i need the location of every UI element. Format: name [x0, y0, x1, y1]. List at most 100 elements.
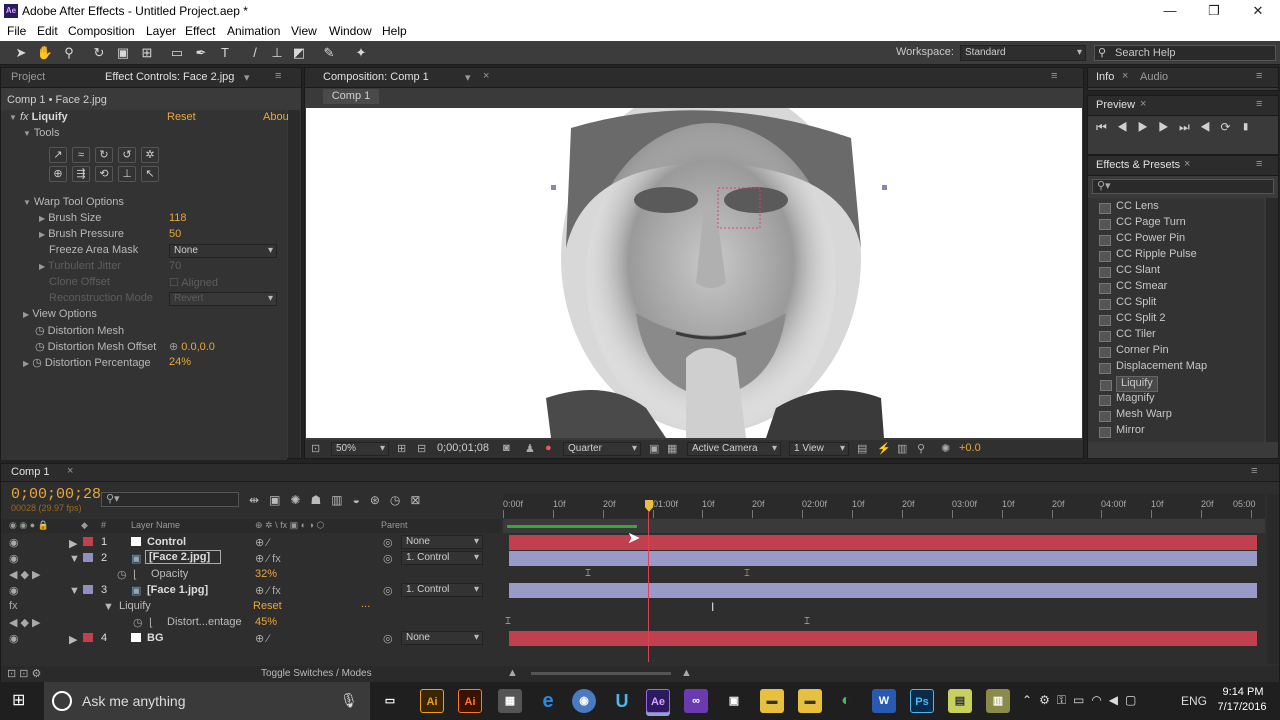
brush-size-value[interactable]: 118 [169, 212, 187, 228]
eye-icon[interactable]: ◉ [9, 552, 19, 565]
effect-options-button[interactable]: ... [361, 598, 370, 610]
keyframe-icon[interactable]: ⌶ [804, 616, 810, 627]
layer-name[interactable]: Control [147, 536, 186, 548]
stopwatch-active-icon[interactable]: ◷ [133, 616, 143, 629]
edge-icon[interactable]: e [536, 689, 560, 713]
layer-name[interactable]: [Face 2.jpg] [145, 550, 221, 564]
zoom-in-icon[interactable]: ▲ [681, 667, 692, 679]
safe-zones-icon[interactable]: ⊟ [417, 442, 426, 455]
parent-dropdown[interactable]: 1. Control [401, 583, 483, 597]
wifi-icon[interactable]: ◠ [1091, 693, 1108, 707]
first-frame-icon[interactable]: ⏮ [1096, 120, 1117, 134]
tab-composition[interactable]: Composition: Comp 1 [323, 71, 429, 83]
clock-date[interactable]: 7/17/2016 [1214, 701, 1270, 713]
comp-mini-flowchart-icon[interactable]: ⇹ [249, 493, 269, 507]
crosshair-icon[interactable]: ⊕ [169, 341, 178, 353]
collapse-triangle-icon[interactable]: ▼ [23, 198, 31, 207]
timeline-timecode[interactable]: 0;00;00;28 [11, 486, 101, 503]
live-update-icon[interactable]: ▣ [269, 493, 290, 507]
layer-duration-bar[interactable] [509, 535, 1257, 550]
parent-dropdown[interactable]: 1. Control [401, 551, 483, 565]
windows-start-icon[interactable]: ⊞ [12, 692, 30, 710]
expand-triangle-icon[interactable]: ▶ [39, 214, 45, 223]
layer-duration-bar[interactable] [509, 551, 1257, 566]
hand-tool-icon[interactable]: ✋ [36, 44, 54, 62]
keyframe-icon[interactable]: ⌶ [585, 568, 591, 579]
camera-dropdown[interactable]: Active Camera [687, 442, 781, 456]
layer-search-input[interactable]: ⚲▾ [101, 492, 239, 507]
stopwatch-icon[interactable]: ◷ [35, 325, 45, 337]
layer-switches[interactable]: ⊕ ⁄ fx [255, 584, 281, 597]
brainstorm-icon[interactable]: ⊛ [370, 493, 390, 507]
battery-icon[interactable]: ▭ [1073, 693, 1091, 707]
menu-composition[interactable]: Composition [68, 24, 135, 38]
effects-list-scrollbar[interactable] [1266, 198, 1278, 442]
security-icon[interactable]: ⚿ [1057, 693, 1073, 707]
fx-badge[interactable]: fx [20, 111, 29, 123]
list-item[interactable]: CC Tiler [1099, 328, 1156, 344]
app-icon[interactable]: ◉ [572, 689, 596, 713]
illustrator-icon[interactable]: Ai [420, 689, 444, 713]
layer-switches[interactable]: ⊕ ⁄ [255, 536, 269, 549]
channel-icon[interactable]: ● [545, 442, 552, 454]
twirl-cw-tool-icon[interactable]: ↻ [95, 147, 113, 163]
playhead-line[interactable] [648, 512, 649, 662]
zoom-dropdown[interactable]: 50% [331, 442, 389, 456]
folder-icon[interactable]: ▬ [760, 689, 784, 713]
keyframe-icon[interactable]: ⌶ [505, 616, 511, 627]
camera-tool-icon[interactable]: ▣ [114, 44, 132, 62]
work-area-bar[interactable] [503, 519, 1265, 533]
list-item[interactable]: CC Ripple Pulse [1099, 248, 1197, 264]
panel-menu-icon[interactable]: ≡ [1256, 98, 1262, 110]
twirl-ccw-tool-icon[interactable]: ↺ [118, 147, 136, 163]
zoom-tool-icon[interactable]: ⚲ [60, 44, 78, 62]
list-item[interactable]: Corner Pin [1099, 344, 1169, 360]
after-effects-icon[interactable]: Ae [646, 689, 670, 713]
graph-editor-icon[interactable]: ⊠ [410, 493, 430, 507]
tab-timeline-comp[interactable]: Comp 1 [11, 466, 50, 478]
list-item[interactable]: CC Smear [1098, 280, 1167, 296]
clock-time[interactable]: 9:14 PM [1220, 686, 1266, 698]
warp-tool-icon[interactable]: ↗ [49, 147, 67, 163]
tab-audio[interactable]: Audio [1140, 71, 1168, 83]
list-item[interactable]: CC Lens [1099, 200, 1159, 216]
menu-animation[interactable]: Animation [227, 24, 280, 38]
list-item[interactable]: CC Split [1098, 296, 1156, 312]
tab-info[interactable]: Info [1096, 71, 1114, 83]
list-item[interactable]: Displacement Map [1098, 360, 1207, 376]
pixel-aspect-icon[interactable]: ▤ [857, 442, 867, 455]
browser-icon[interactable]: ◐ [834, 689, 858, 713]
collapse-triangle-icon[interactable]: ▼ [69, 553, 80, 565]
calendar-app-icon[interactable]: ▦ [498, 689, 522, 713]
about-button[interactable]: Abou [263, 111, 289, 127]
menu-help[interactable]: Help [382, 24, 407, 38]
layer-switches[interactable]: ⊕ ⁄ [255, 632, 269, 645]
pickwhip-icon[interactable]: ◎ [383, 552, 393, 565]
freeze-area-mask-dropdown[interactable]: None [169, 244, 277, 258]
reset-button[interactable]: Reset [167, 111, 196, 127]
layer-switches[interactable]: ⊕ ⁄ fx [255, 552, 281, 565]
panel-menu-icon[interactable]: ≡ [1051, 70, 1057, 82]
ram-preview-icon[interactable]: ▮ [1241, 120, 1261, 134]
transparency-grid-icon[interactable]: ▦ [667, 442, 677, 455]
composition-viewer[interactable] [306, 108, 1082, 438]
maximize-button[interactable]: ❐ [1192, 2, 1236, 20]
tab-dropdown-icon[interactable]: ▾ [244, 71, 250, 84]
clone-tool-icon[interactable]: ⊥ [118, 166, 136, 182]
eye-icon[interactable]: ◉ [9, 632, 19, 645]
resolution-dropdown[interactable]: Quarter [563, 442, 641, 456]
list-item[interactable]: CC Power Pin [1098, 232, 1185, 248]
collapse-triangle-icon[interactable]: ▼ [69, 585, 80, 597]
network-app-icon[interactable]: ⚙ [1039, 693, 1057, 707]
label-color-swatch[interactable] [83, 553, 93, 562]
panel-menu-icon[interactable]: ≡ [275, 70, 281, 82]
flowchart-icon[interactable]: ⚲ [917, 442, 925, 455]
menu-window[interactable]: Window [329, 24, 372, 38]
store-icon[interactable]: ▣ [722, 689, 746, 713]
col-layer-name[interactable]: Layer Name [131, 520, 180, 530]
clone-stamp-tool-icon[interactable]: ⊥ [268, 44, 286, 62]
menu-view[interactable]: View [291, 24, 317, 38]
pickwhip-icon[interactable]: ◎ [383, 536, 393, 549]
notepad-icon[interactable]: ▤ [948, 689, 972, 713]
table-row[interactable]: ◉ ▼ 3 ▣ [Face 1.jpg] ⊕ ⁄ fx ◎ 1. Control [1, 582, 501, 598]
